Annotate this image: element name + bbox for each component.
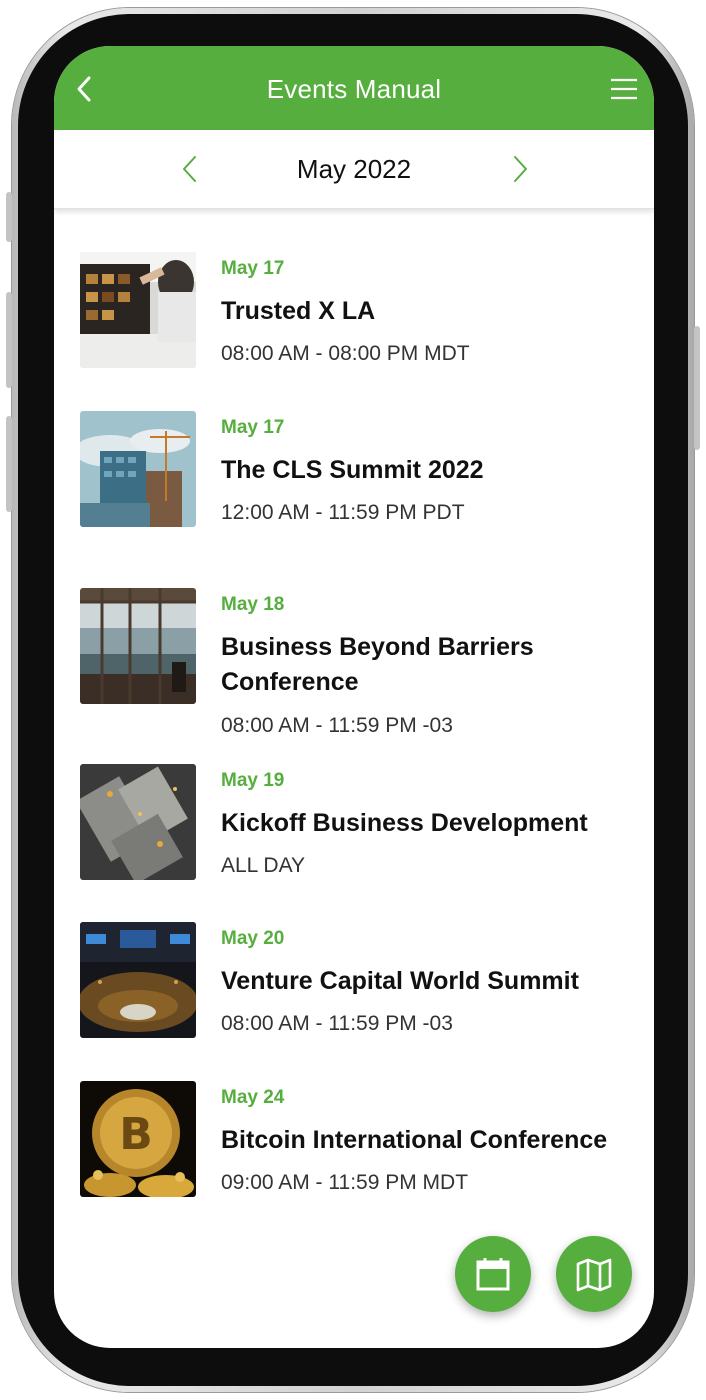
volume-down-button [6, 416, 12, 512]
event-time: 12:00 AM - 11:59 PM PDT [221, 501, 465, 524]
mute-switch [6, 192, 12, 242]
svg-text:B: B [119, 1109, 153, 1160]
calendar-icon [476, 1258, 510, 1291]
app-screen: Events Manual May 2022 May 17 Trusted X … [54, 46, 654, 1348]
event-item[interactable]: May 19 Kickoff Business Development ALL … [80, 720, 634, 880]
power-button [694, 326, 700, 450]
event-date: May 18 [221, 594, 285, 615]
event-title: Bitcoin International Conference [221, 1126, 608, 1154]
event-date: May 19 [221, 770, 285, 791]
event-title: Business Beyond Barriers Conference [221, 633, 534, 696]
event-thumbnail [80, 922, 196, 1038]
event-title: Venture Capital World Summit [221, 967, 579, 995]
volume-up-button [6, 292, 12, 388]
event-thumbnail [80, 252, 196, 368]
event-title: Kickoff Business Development [221, 809, 588, 837]
event-title: The CLS Summit 2022 [221, 456, 484, 484]
event-date: May 17 [221, 258, 285, 279]
event-time: ALL DAY [221, 854, 306, 877]
event-item[interactable]: B May 24 Bitcoin International Conferenc… [80, 1037, 634, 1197]
page-title: Events Manual [266, 74, 442, 104]
event-thumbnail: B [80, 1081, 196, 1197]
menu-button[interactable] [610, 78, 638, 100]
calendar-button[interactable] [455, 1236, 531, 1312]
event-item[interactable]: May 17 The CLS Summit 2022 12:00 AM - 11… [80, 367, 634, 527]
map-icon [576, 1258, 612, 1292]
event-item[interactable]: May 17 Trusted X LA 08:00 AM - 08:00 PM … [80, 208, 634, 368]
event-date: May 24 [221, 1087, 285, 1108]
event-item[interactable]: May 18 Business Beyond Barriers Conferen… [80, 544, 634, 737]
month-navigator: May 2022 [54, 130, 654, 209]
chevron-right-icon [514, 156, 527, 182]
event-date: May 20 [221, 928, 285, 949]
event-date: May 17 [221, 417, 285, 438]
event-thumbnail [80, 764, 196, 880]
event-time: 09:00 AM - 11:59 PM MDT [221, 1171, 469, 1194]
event-time: 08:00 AM - 08:00 PM MDT [221, 342, 470, 365]
event-item[interactable]: May 20 Venture Capital World Summit 08:0… [80, 878, 634, 1038]
event-thumbnail [80, 588, 196, 704]
month-label: May 2022 [296, 154, 412, 184]
app-header: Events Manual [54, 46, 654, 130]
next-month-button[interactable] [510, 154, 530, 184]
map-button[interactable] [556, 1236, 632, 1312]
event-title: Trusted X LA [221, 297, 376, 325]
event-thumbnail [80, 411, 196, 527]
hamburger-menu-icon [611, 78, 637, 100]
event-time: 08:00 AM - 11:59 PM -03 [221, 1012, 453, 1035]
